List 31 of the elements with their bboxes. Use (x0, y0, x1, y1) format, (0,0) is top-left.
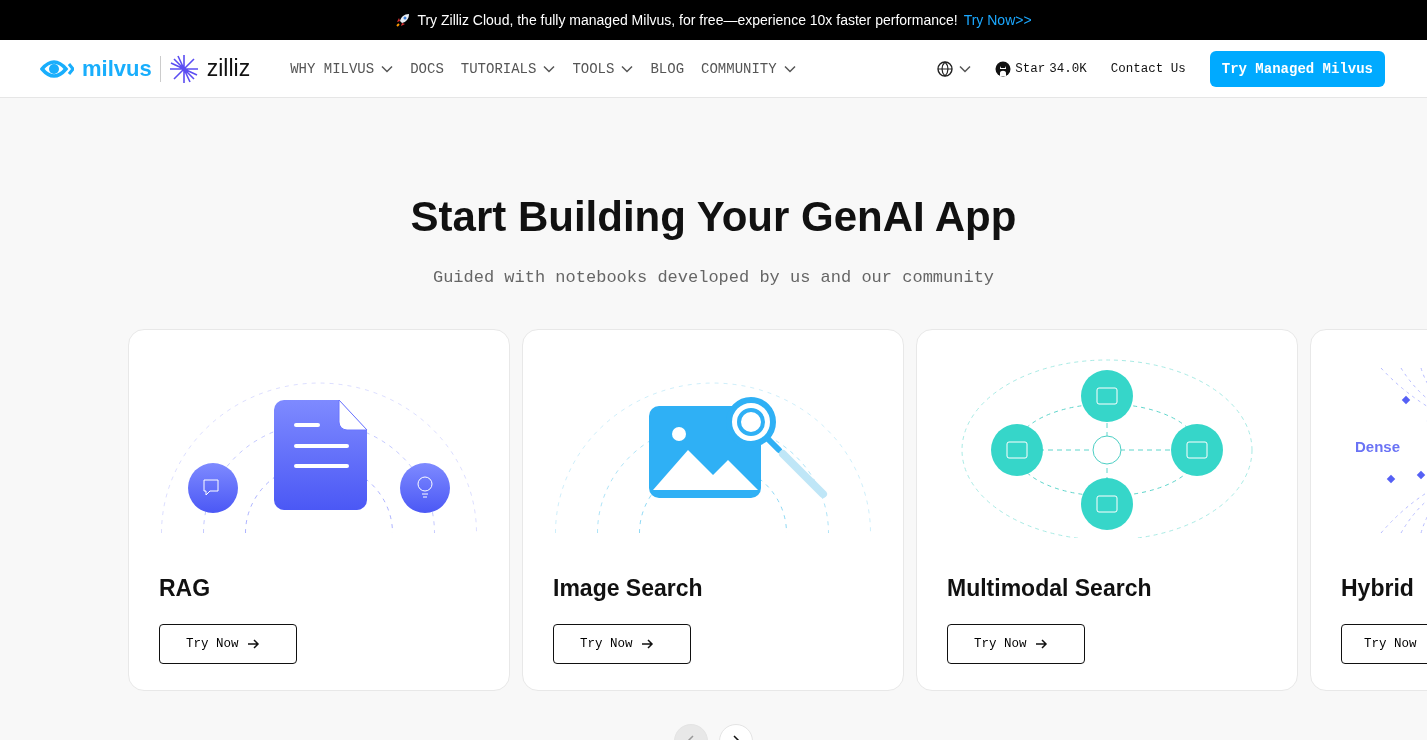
arrow-right-icon (246, 638, 260, 650)
dense-label: Dense (1355, 438, 1401, 455)
try-now-link[interactable]: Try Now>> (963, 12, 1032, 28)
card-title: Image Search (553, 574, 704, 602)
github-star-count: 34.0K (1049, 61, 1087, 76)
nav-menu-item[interactable]: BLOG (650, 60, 685, 77)
try-now-button[interactable]: Try Now (1341, 624, 1427, 664)
nav-menu-item[interactable]: DOCS (410, 60, 444, 77)
zilliz-logo[interactable]: zilliz (206, 55, 251, 82)
try-now-button[interactable]: Try Now (553, 624, 691, 664)
star-burst-icon (168, 53, 199, 84)
chevron-down-icon (959, 64, 972, 73)
try-now-button[interactable]: Try Now (159, 624, 297, 664)
github-star-label[interactable]: Star (1015, 61, 1046, 76)
arrow-right-icon (640, 638, 654, 650)
nav-menu-item[interactable]: TOOLS (572, 60, 634, 77)
contact-link[interactable]: Contact Us (1110, 61, 1186, 76)
page-subtitle: Guided with notebooks developed by us and our community (432, 268, 995, 287)
nav-menu-item[interactable]: COMMUNITY (701, 60, 796, 77)
banner-text: Try Zilliz Cloud, the fully managed Milvus, for free—experience 10x faster performance! (417, 12, 958, 28)
try-now-button[interactable]: Try Now (947, 624, 1085, 664)
page-heading: Start Building Your GenAI App (410, 192, 1017, 242)
nav-menu-item[interactable]: TUTORIALS (460, 60, 556, 77)
card-title: RAG (159, 574, 212, 602)
card-title: Hybrid (1341, 574, 1415, 602)
card-title: Multimodal Search (947, 574, 1153, 602)
language-selector[interactable] (937, 60, 972, 77)
rocket-icon (395, 12, 412, 28)
github-icon (995, 60, 1012, 77)
arrow-right-icon (1034, 638, 1048, 650)
nav-menu-item[interactable]: WHY MILVUS (290, 60, 394, 77)
